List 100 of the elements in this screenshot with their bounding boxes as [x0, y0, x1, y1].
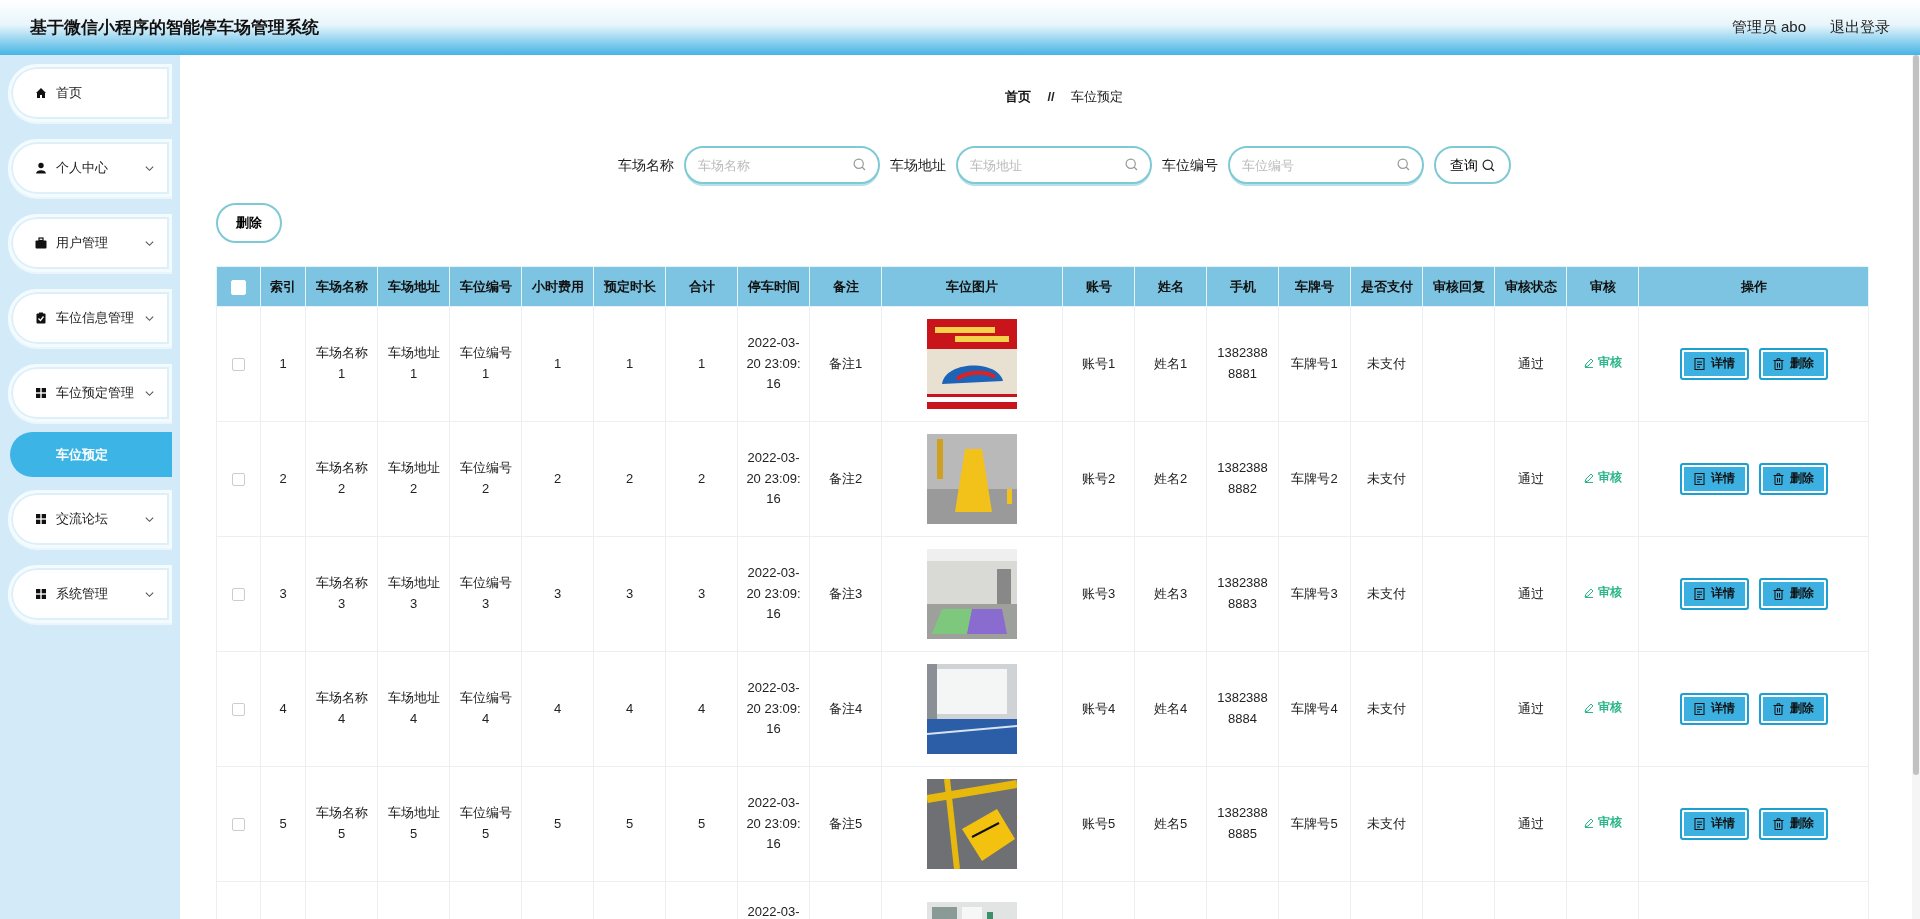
breadcrumb-separator: //	[1047, 88, 1055, 106]
app-title: 基于微信小程序的智能停车场管理系统	[30, 16, 319, 39]
table-cell: 账号4	[1062, 651, 1135, 767]
document-icon	[1693, 818, 1705, 830]
sidebar-item[interactable]: 首页	[8, 64, 172, 122]
document-icon	[1693, 358, 1705, 370]
table-cell: 3	[260, 536, 306, 652]
table-cell: 车场地址4	[377, 651, 450, 767]
details-button[interactable]: 详情	[1679, 348, 1749, 380]
menu-label: 首页	[56, 84, 82, 103]
column-header: 车牌号	[1278, 266, 1351, 307]
table-cell: 未支付	[1350, 651, 1423, 767]
field-label: 车位编号	[1161, 155, 1218, 175]
delete-button[interactable]: 删除	[1758, 348, 1828, 380]
search-button[interactable]: 查询	[1433, 146, 1511, 184]
table-cell: 车场名称5	[305, 766, 378, 882]
delete-button[interactable]: 删除	[1758, 578, 1828, 610]
table-cell: 13823888883	[1206, 536, 1279, 652]
select-all-checkbox[interactable]	[231, 279, 246, 295]
table-cell: 4	[593, 651, 666, 767]
search-field[interactable]: 车场名称	[683, 146, 880, 184]
trash-icon	[1772, 473, 1784, 485]
table-cell: 3	[593, 536, 666, 652]
document-icon	[1693, 473, 1705, 485]
briefcase-icon	[35, 237, 47, 249]
pencil-icon	[1583, 472, 1594, 483]
column-header: 预定时长	[593, 266, 666, 307]
table-cell: 未支付	[1350, 421, 1423, 537]
column-header: 审核	[1566, 266, 1639, 307]
table-cell: 未支付	[1350, 766, 1423, 882]
details-button[interactable]: 详情	[1679, 463, 1749, 495]
column-header: 是否支付	[1350, 266, 1423, 307]
table-cell: 2022-03-20 23:09:16	[737, 306, 810, 422]
details-button[interactable]: 详情	[1679, 578, 1749, 610]
table-cell: 车位编号2	[449, 421, 522, 537]
row-checkbox[interactable]	[232, 587, 245, 601]
table-cell: 备注3	[809, 536, 882, 652]
table-cell: 通过	[1494, 766, 1567, 882]
search-icon	[1481, 158, 1495, 172]
table-cell: 姓名3	[1134, 536, 1207, 652]
table-cell: 车牌号2	[1278, 421, 1351, 537]
row-checkbox[interactable]	[232, 817, 245, 831]
table-cell: 未支付	[1350, 306, 1423, 422]
table-cell: 账号1	[1062, 306, 1135, 422]
column-header: 手机	[1206, 266, 1279, 307]
table-cell: 车场地址2	[377, 421, 450, 537]
sidebar-item[interactable]: 车位预定管理	[8, 364, 172, 422]
column-header: 索引	[260, 266, 306, 307]
table-cell: 姓名2	[1134, 421, 1207, 537]
search-icon	[1124, 158, 1138, 171]
sidebar-item[interactable]: 系统管理	[8, 565, 172, 623]
table-cell: 2022-03-20 23:09:16	[737, 536, 810, 652]
search-field[interactable]: 车位编号	[1227, 146, 1424, 184]
table-cell: 2	[521, 421, 594, 537]
sidebar-item[interactable]: 交流论坛	[8, 490, 172, 548]
table-cell: 车牌号1	[1278, 306, 1351, 422]
table-cell: 账号3	[1062, 536, 1135, 652]
table-cell: 备注1	[809, 306, 882, 422]
row-checkbox[interactable]	[232, 357, 245, 371]
table-cell: 备注4	[809, 651, 882, 767]
menu-label: 个人中心	[56, 159, 108, 178]
table-cell: 备注5	[809, 766, 882, 882]
breadcrumb-current: 车位预定	[1070, 88, 1123, 106]
delete-button[interactable]: 删除	[1758, 463, 1828, 495]
table-cell: 未支付	[1350, 536, 1423, 652]
table-cell: 2	[665, 421, 738, 537]
scrollbar-thumb[interactable]	[1913, 55, 1919, 775]
sidebar-item[interactable]: 用户管理	[8, 214, 172, 272]
details-button[interactable]: 详情	[1679, 693, 1749, 725]
table-cell: 车位编号4	[449, 651, 522, 767]
document-icon	[1693, 703, 1705, 715]
details-button[interactable]: 详情	[1679, 808, 1749, 840]
table-cell: 1	[521, 306, 594, 422]
logout-link[interactable]: 退出登录	[1830, 16, 1890, 39]
pencil-icon	[1583, 817, 1594, 828]
table-cell: 车牌号5	[1278, 766, 1351, 882]
column-header: 车位图片	[881, 266, 1063, 307]
column-header: 账号	[1062, 266, 1135, 307]
column-header: 备注	[809, 266, 882, 307]
table-cell: 13823888884	[1206, 651, 1279, 767]
search-field[interactable]: 车场地址	[955, 146, 1152, 184]
sidebar-item[interactable]: 车位信息管理	[8, 289, 172, 347]
table-cell: 通过	[1494, 536, 1567, 652]
table-cell: 3	[665, 536, 738, 652]
table-cell: 车场名称4	[305, 651, 378, 767]
table-cell: 4	[665, 651, 738, 767]
breadcrumb-link[interactable]: 首页	[1005, 87, 1032, 107]
table-cell: 通过	[1494, 306, 1567, 422]
menu-label: 车位信息管理	[56, 309, 134, 328]
menu-label: 车位预定管理	[56, 384, 134, 403]
delete-button[interactable]: 删除	[1758, 693, 1828, 725]
search-icon	[852, 158, 866, 171]
delete-button[interactable]: 删除	[216, 203, 282, 243]
grid-icon	[35, 588, 47, 600]
sidebar-item[interactable]: 个人中心	[8, 139, 172, 197]
user-label: 管理员 abo	[1731, 17, 1806, 38]
row-checkbox[interactable]	[232, 702, 245, 716]
row-checkbox[interactable]	[232, 472, 245, 486]
table-cell: 通过	[1494, 651, 1567, 767]
delete-button[interactable]: 删除	[1758, 808, 1828, 840]
